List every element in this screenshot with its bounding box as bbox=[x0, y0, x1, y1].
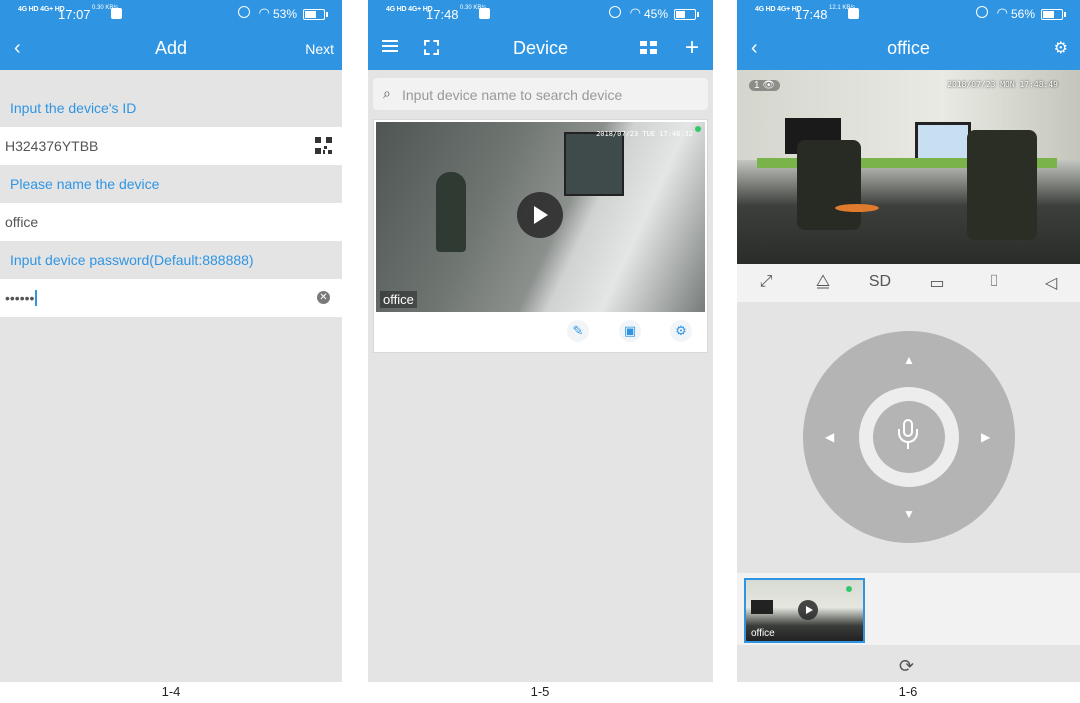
battery-icon bbox=[1041, 9, 1066, 20]
figure-caption: 1-4 bbox=[161, 684, 181, 699]
arrow-down-icon[interactable]: ▼ bbox=[903, 507, 915, 521]
scene-stool bbox=[835, 204, 879, 212]
search-input[interactable]: ⌕ Input device name to search device bbox=[373, 78, 708, 110]
play-icon bbox=[806, 606, 813, 614]
figure-caption: 1-6 bbox=[898, 684, 918, 699]
wifi-icon: ◠ bbox=[996, 5, 1008, 20]
password-field[interactable]: •••••• ✕ bbox=[0, 279, 342, 317]
status-time: 17:48 bbox=[795, 7, 828, 22]
app-notification-icon bbox=[848, 8, 859, 19]
device-name-label: Please name the device bbox=[10, 176, 160, 192]
device-name-field[interactable]: office bbox=[0, 203, 342, 241]
status-bar: 4G HD 4G+ HD 17:07 0.30 KB/s ◠ 53% bbox=[0, 0, 342, 28]
scene-chair bbox=[797, 140, 861, 230]
scene-plant bbox=[436, 172, 466, 252]
page-title: office bbox=[887, 38, 930, 58]
arrow-up-icon[interactable]: ▲ bbox=[903, 353, 915, 367]
clear-icon[interactable]: ✕ bbox=[317, 291, 330, 304]
qr-code-icon[interactable] bbox=[315, 137, 332, 154]
play-button[interactable] bbox=[517, 192, 563, 238]
alarm-icon bbox=[609, 6, 621, 18]
text-cursor bbox=[35, 290, 37, 306]
battery-icon bbox=[674, 9, 699, 20]
wifi-icon: ◠ bbox=[258, 5, 270, 20]
status-bar: 4G HD 4G+ HD 17:48 12.1 KB/s ◠ 56% bbox=[737, 0, 1080, 28]
viewer-count: 1 👁 bbox=[749, 80, 781, 91]
mirror-icon[interactable]: ⧋ bbox=[808, 273, 838, 291]
snapshot-icon[interactable]: ⌷ bbox=[979, 273, 1009, 291]
camera-strip: office bbox=[737, 573, 1080, 645]
status-time: 17:48 bbox=[426, 7, 459, 22]
alarm-icon bbox=[238, 6, 250, 18]
device-card[interactable]: 2018/07/23 TUE 17:48:32 office ✎ ▣ ⚙ bbox=[373, 119, 708, 353]
edit-icon[interactable]: ✎ bbox=[567, 320, 589, 342]
online-status-indicator bbox=[846, 586, 852, 592]
device-list-screen: 4G HD 4G+ HD 17:48 0.30 KB/s ◠ 45% Devic… bbox=[368, 0, 713, 682]
alarm-icon bbox=[976, 6, 988, 18]
password-value: •••••• bbox=[5, 290, 35, 306]
page-title: Add bbox=[154, 38, 188, 58]
quality-toggle[interactable]: SD bbox=[865, 273, 895, 291]
microphone-button[interactable] bbox=[873, 401, 945, 473]
device-id-label: Input the device's ID bbox=[10, 100, 137, 116]
ptz-control[interactable]: ▲ ▼ ◀ ▶ bbox=[803, 331, 1015, 543]
online-status-indicator bbox=[695, 126, 701, 132]
scene-board bbox=[564, 132, 624, 196]
app-bar: ‹ office ⚙ bbox=[737, 28, 1080, 70]
settings-icon[interactable]: ⚙ bbox=[670, 320, 692, 342]
scene-chair bbox=[967, 130, 1037, 240]
app-bar: ‹ Add Next bbox=[0, 28, 342, 70]
app-bar: Device + bbox=[368, 28, 713, 70]
search-icon: ⌕ bbox=[383, 85, 391, 101]
play-icon bbox=[534, 206, 548, 224]
arrow-right-icon[interactable]: ▶ bbox=[981, 430, 990, 444]
device-id-value: H324376YTBB bbox=[5, 138, 99, 154]
video-timestamp: 2018/07/23 TUE 17:48:32 bbox=[596, 130, 693, 138]
arrow-left-icon[interactable]: ◀ bbox=[825, 430, 834, 444]
search-placeholder: Input device name to search device bbox=[402, 87, 623, 103]
live-view-screen: 4G HD 4G+ HD 17:48 12.1 KB/s ◠ 56% ‹ off… bbox=[737, 0, 1080, 682]
app-notification-icon bbox=[111, 8, 122, 19]
play-button[interactable] bbox=[798, 600, 818, 620]
device-name-value: office bbox=[5, 214, 39, 230]
playback-icon[interactable]: ▣ bbox=[619, 320, 641, 342]
video-toolbar: ⤢ ⧋ SD ▭ ⌷ ◁ bbox=[737, 264, 1080, 302]
app-notification-icon bbox=[479, 8, 490, 19]
refresh-icon[interactable]: ⟳ bbox=[899, 656, 914, 677]
status-time: 17:07 bbox=[58, 7, 91, 22]
camera-thumbnail[interactable]: office bbox=[744, 578, 865, 643]
device-id-field[interactable]: H324376YTBB bbox=[0, 127, 342, 165]
battery-percent: 56% bbox=[1010, 7, 1035, 21]
add-device-screen: 4G HD 4G+ HD 17:07 0.30 KB/s ◠ 53% ‹ Add… bbox=[0, 0, 342, 682]
battery-percent: 53% bbox=[272, 7, 297, 21]
speaker-icon[interactable]: ◁ bbox=[1036, 273, 1066, 293]
device-thumbnail[interactable]: 2018/07/23 TUE 17:48:32 office bbox=[376, 122, 705, 312]
camera-name: office bbox=[751, 628, 775, 639]
plus-icon[interactable]: + bbox=[685, 34, 699, 62]
password-label: Input device password(Default:888888) bbox=[10, 252, 254, 268]
page-title: Device bbox=[512, 38, 569, 58]
device-name: office bbox=[380, 291, 417, 308]
wifi-icon: ◠ bbox=[629, 5, 641, 20]
fullscreen-icon[interactable]: ⤢ bbox=[751, 273, 781, 291]
record-icon[interactable]: ▭ bbox=[922, 273, 952, 293]
status-bar: 4G HD 4G+ HD 17:48 0.30 KB/s ◠ 45% bbox=[368, 0, 713, 28]
battery-percent: 45% bbox=[643, 7, 668, 21]
grid-view-icon[interactable] bbox=[640, 41, 657, 54]
battery-icon bbox=[303, 9, 328, 20]
settings-icon[interactable]: ⚙ bbox=[1054, 38, 1068, 58]
video-timestamp: 2018/07/23 MON 17:48:49 bbox=[947, 80, 1058, 89]
live-video[interactable]: 1 👁 2018/07/23 MON 17:48:49 bbox=[737, 70, 1080, 264]
figure-caption: 1-5 bbox=[530, 684, 550, 699]
next-button[interactable]: Next bbox=[305, 41, 334, 57]
